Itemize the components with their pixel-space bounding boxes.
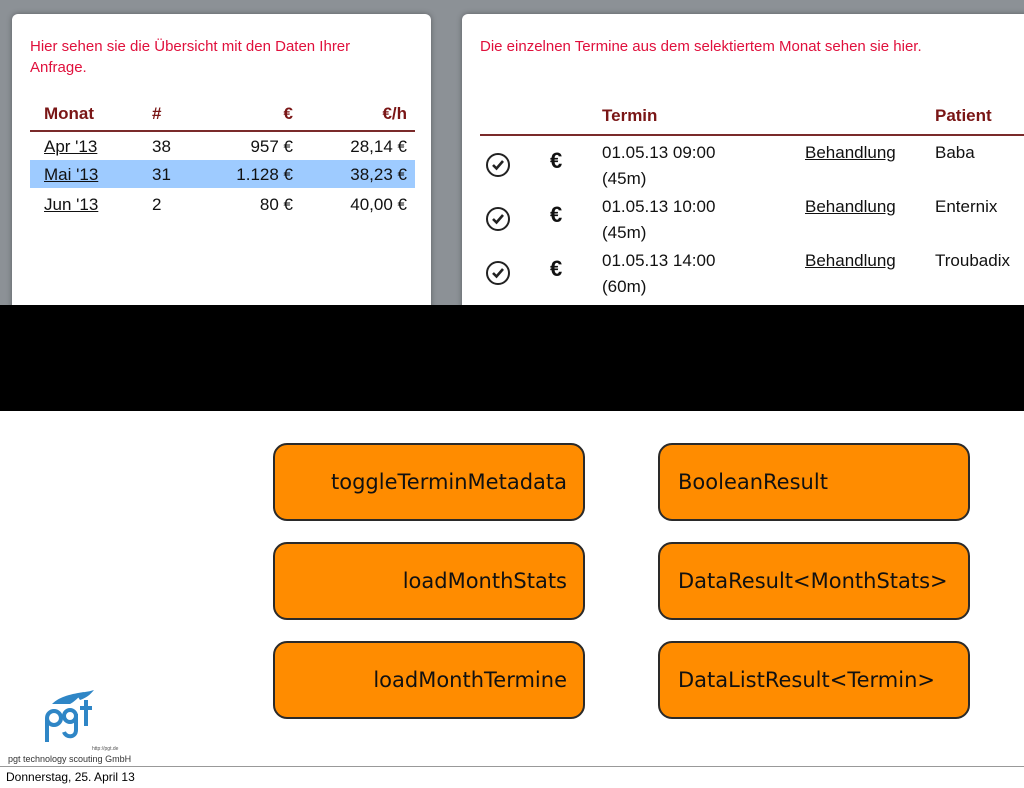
- patient-name: Baba: [935, 143, 975, 162]
- behandlung-link[interactable]: Behandlung: [805, 194, 896, 220]
- header-patient: Patient: [935, 106, 992, 125]
- result-box-boolean-result: BooleanResult: [658, 443, 970, 521]
- rate-cell: 28,14 €: [350, 137, 407, 156]
- table-row: € 01.05.13 10:00 (45m) Behandlung Enterni…: [480, 194, 1024, 248]
- rate-cell: 40,00 €: [350, 195, 407, 214]
- rate-cell: 38,23 €: [350, 165, 407, 184]
- appointments-table-header: Termin Patient: [480, 102, 1024, 136]
- pgt-logo-icon: [45, 690, 94, 742]
- company-logo: http://pgt.de pgt technology scouting Gm…: [8, 690, 138, 766]
- method-box-load-month-termine: loadMonthTermine: [273, 641, 585, 719]
- month-link[interactable]: Jun '13: [44, 195, 98, 215]
- month-overview-panel: Hier sehen sie die Übersicht mit den Dat…: [12, 14, 431, 344]
- patient-name: Troubadix: [935, 251, 1010, 270]
- month-link[interactable]: Apr '13: [44, 137, 97, 157]
- logo-brand-text: pgt technology scouting GmbH: [8, 754, 132, 764]
- table-row: € 01.05.13 14:00 (60m) Behandlung Troubad…: [480, 248, 1024, 302]
- euro-icon[interactable]: €: [550, 256, 562, 282]
- month-link[interactable]: Mai '13: [44, 165, 98, 185]
- check-circle-icon[interactable]: [486, 261, 510, 285]
- header-rate: €/h: [382, 104, 407, 123]
- check-circle-icon[interactable]: [486, 207, 510, 231]
- footer-divider: [0, 766, 1024, 767]
- header-count: #: [152, 104, 162, 123]
- logo-url: http://pgt.de: [92, 746, 119, 752]
- method-box-load-month-stats: loadMonthStats: [273, 542, 585, 620]
- amount-cell: 80 €: [259, 195, 293, 214]
- header-termin: Termin: [602, 106, 658, 125]
- result-box-data-result: DataResult<MonthStats>: [658, 542, 970, 620]
- appointment-datetime: 01.05.13 09:00 (45m): [602, 143, 716, 188]
- count-cell: 38: [152, 137, 171, 156]
- behandlung-link[interactable]: Behandlung: [805, 140, 896, 166]
- appointments-panel: Die einzelnen Termine aus dem selektiert…: [462, 14, 1024, 344]
- table-row-selected[interactable]: Mai '13 31 1.128 € 38,23 €: [30, 160, 415, 188]
- euro-icon[interactable]: €: [550, 202, 562, 228]
- patient-name: Enternix: [935, 197, 998, 216]
- amount-cell: 1.128 €: [236, 165, 293, 184]
- table-row[interactable]: Jun '13 2 80 € 40,00 €: [30, 190, 415, 218]
- black-band: [0, 305, 1024, 411]
- check-circle-icon[interactable]: [486, 153, 510, 177]
- method-box-toggle-termin-metadata: toggleTerminMetadata: [273, 443, 585, 521]
- count-cell: 2: [152, 195, 162, 214]
- appointment-datetime: 01.05.13 14:00 (60m): [602, 251, 716, 296]
- table-row: € 01.05.13 09:00 (45m) Behandlung Baba: [480, 140, 1024, 194]
- euro-icon[interactable]: €: [550, 148, 562, 174]
- table-row[interactable]: Apr '13 38 957 € 28,14 €: [30, 132, 415, 160]
- appointments-intro-text: Die einzelnen Termine aus dem selektiert…: [480, 38, 922, 55]
- amount-cell: 957 €: [250, 137, 293, 156]
- count-cell: 31: [152, 165, 171, 184]
- footer-date: Donnerstag, 25. April 13: [6, 770, 135, 784]
- header-monat: Monat: [44, 104, 95, 123]
- result-box-data-list-result: DataListResult<Termin>: [658, 641, 970, 719]
- overview-intro-text: Hier sehen sie die Übersicht mit den Dat…: [30, 38, 351, 76]
- month-table-header: Monat # € €/h: [30, 102, 415, 132]
- appointment-datetime: 01.05.13 10:00 (45m): [602, 197, 716, 242]
- header-amount: €: [283, 104, 293, 123]
- behandlung-link[interactable]: Behandlung: [805, 248, 896, 274]
